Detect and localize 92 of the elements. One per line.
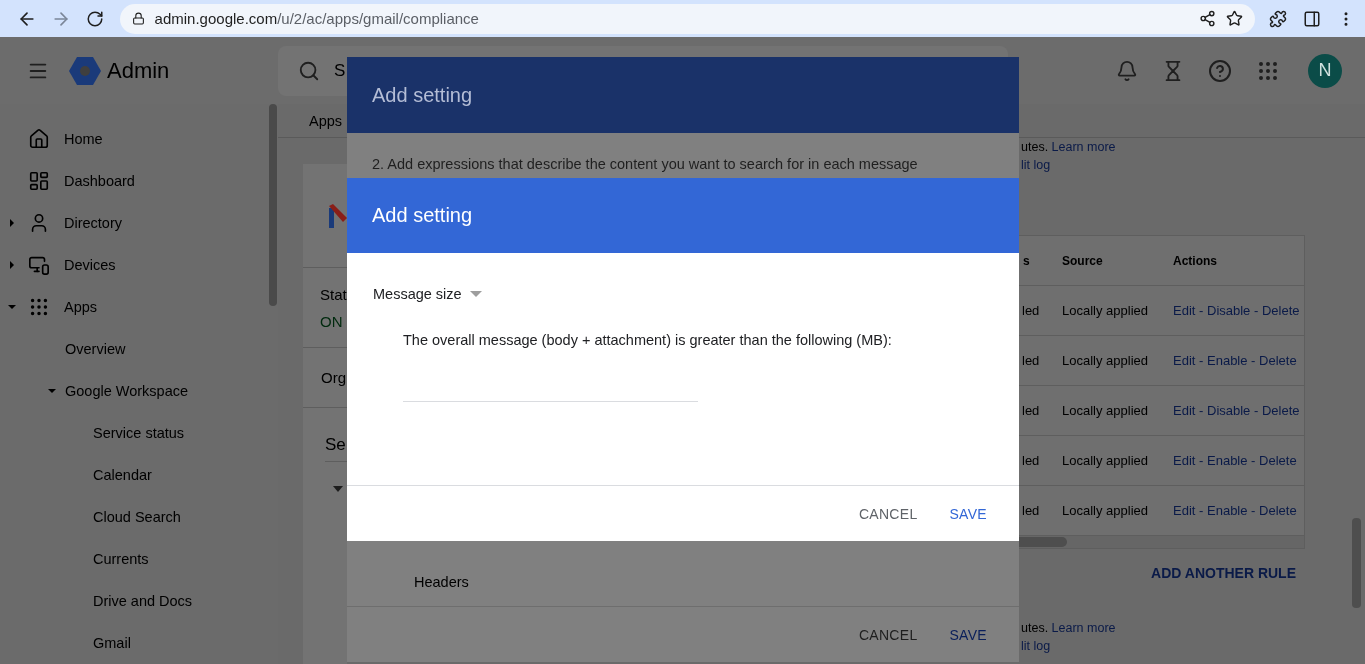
column-header: s xyxy=(1022,253,1031,268)
description-text: The overall message (body + attachment) is greater than the following (MB): xyxy=(403,332,893,348)
sidebar-item[interactable]: Home xyxy=(64,131,103,147)
sidebar-item[interactable]: Drive and Docs xyxy=(93,593,193,609)
avatar[interactable]: N xyxy=(1308,53,1342,88)
dialog-button[interactable]: SAVE xyxy=(937,497,999,530)
caret-icon xyxy=(469,291,482,297)
action-link[interactable]: Edit xyxy=(1173,353,1196,368)
hexagon-logo-icon xyxy=(69,55,101,86)
action-link[interactable]: Delete xyxy=(1261,403,1300,418)
table-cell-text: led xyxy=(1021,403,1041,418)
separator: - xyxy=(1250,503,1257,518)
separator: - xyxy=(1198,503,1205,518)
action-link[interactable]: Edit xyxy=(1173,303,1196,318)
table-cell-text: Locally applied xyxy=(1062,403,1149,418)
action-link[interactable]: Disable xyxy=(1207,403,1251,418)
dialog-button[interactable]: CANCEL xyxy=(846,618,930,651)
caret-icon[interactable] xyxy=(7,218,17,228)
table-cell-text: Locally applied xyxy=(1062,353,1149,368)
dialog-title: Add setting xyxy=(372,204,473,227)
sidebar-item[interactable]: Overview xyxy=(65,341,126,357)
separator: - xyxy=(1250,353,1257,368)
caret-icon[interactable] xyxy=(7,302,17,312)
caret-icon[interactable] xyxy=(7,260,17,270)
separator: - xyxy=(1198,453,1205,468)
column-header: Actions xyxy=(1173,253,1218,268)
star-icon[interactable] xyxy=(1226,10,1243,28)
dialog-title: Add setting xyxy=(372,83,473,107)
sidebar-item[interactable]: Directory xyxy=(64,215,122,231)
sidebar-item[interactable]: Dashboard xyxy=(64,173,135,189)
table-cell-text: led xyxy=(1021,353,1041,368)
sidebar-item[interactable]: Google Workspace xyxy=(65,383,189,399)
separator: - xyxy=(1250,453,1257,468)
scrollbar-thumb[interactable] xyxy=(269,104,277,306)
org-label: Org xyxy=(321,369,347,386)
side-panel-icon[interactable] xyxy=(1303,9,1321,28)
sidebar-item[interactable]: Calendar xyxy=(93,467,152,483)
bell-icon[interactable] xyxy=(1116,59,1138,82)
status-value: ON xyxy=(320,312,344,330)
separator: - xyxy=(1198,353,1205,368)
action-link[interactable]: Disable xyxy=(1207,303,1251,318)
action-link[interactable]: Delete xyxy=(1259,353,1297,368)
section-label: Headers xyxy=(414,573,469,590)
action-link[interactable]: Delete xyxy=(1259,453,1297,468)
condition-dropdown[interactable]: Message size xyxy=(373,286,482,302)
url-text: admin.google.com/u/2/ac/apps/gmail/compliance xyxy=(154,10,480,28)
sidebar-item[interactable]: Devices xyxy=(64,257,116,273)
audit-log-link[interactable]: lit log xyxy=(1021,158,1051,172)
action-link[interactable]: Enable xyxy=(1207,503,1248,518)
action-link[interactable]: Edit xyxy=(1173,503,1196,518)
gmail-logo-icon xyxy=(329,203,347,228)
breadcrumb[interactable]: Apps xyxy=(309,112,343,129)
caret-icon[interactable] xyxy=(47,386,57,396)
separator: - xyxy=(1253,303,1260,318)
action-link[interactable]: Delete xyxy=(1261,303,1300,318)
action-link[interactable]: Edit xyxy=(1173,403,1196,418)
table-cell-text: Locally applied xyxy=(1062,503,1149,518)
lock-icon xyxy=(131,12,145,26)
instruction-text: 2. Add expressions that describe the content you want to search for in each message xyxy=(372,156,919,172)
action-link[interactable]: Delete xyxy=(1259,503,1297,518)
scrollbar-thumb[interactable] xyxy=(1352,518,1361,608)
table-cell-text: led xyxy=(1021,503,1041,518)
action-link[interactable]: Edit xyxy=(1173,453,1196,468)
sidebar-item[interactable]: Currents xyxy=(93,551,149,567)
help-icon[interactable] xyxy=(1208,58,1232,83)
action-link[interactable]: Enable xyxy=(1207,353,1248,368)
sidebar-item[interactable]: Apps xyxy=(64,299,98,315)
sidebar-item[interactable]: Gmail xyxy=(93,635,131,651)
dialog-button[interactable]: CANCEL xyxy=(846,497,930,530)
add-rule-button[interactable]: ADD ANOTHER RULE xyxy=(1151,561,1296,585)
sidebar-item[interactable]: Service status xyxy=(93,425,185,441)
dialog-button[interactable]: SAVE xyxy=(937,618,999,651)
caret-icon[interactable] xyxy=(333,485,343,492)
address-bar[interactable]: admin.google.com/u/2/ac/apps/gmail/compliance xyxy=(119,3,1255,34)
table-cell-text: Locally applied xyxy=(1062,303,1149,318)
learn-more-link[interactable]: Learn more xyxy=(1051,621,1116,635)
column-header: Source xyxy=(1062,253,1104,268)
search-icon xyxy=(298,59,320,82)
separator: - xyxy=(1253,403,1260,418)
product-name: Admin xyxy=(107,57,170,84)
table-cell-text: led xyxy=(1021,453,1041,468)
separator: - xyxy=(1198,403,1205,418)
separator: - xyxy=(1198,303,1205,318)
audit-log-link[interactable]: lit log xyxy=(1021,639,1051,653)
table-cell-text: led xyxy=(1021,303,1041,318)
puzzle-icon[interactable] xyxy=(1269,9,1287,28)
sidebar-item[interactable]: Cloud Search xyxy=(93,509,181,525)
table-cell-text: Locally applied xyxy=(1062,453,1149,468)
action-link[interactable]: Enable xyxy=(1207,453,1248,468)
status-label: Stat xyxy=(320,285,347,303)
learn-more-link[interactable]: Learn more xyxy=(1051,140,1116,154)
share-icon[interactable] xyxy=(1199,10,1216,28)
